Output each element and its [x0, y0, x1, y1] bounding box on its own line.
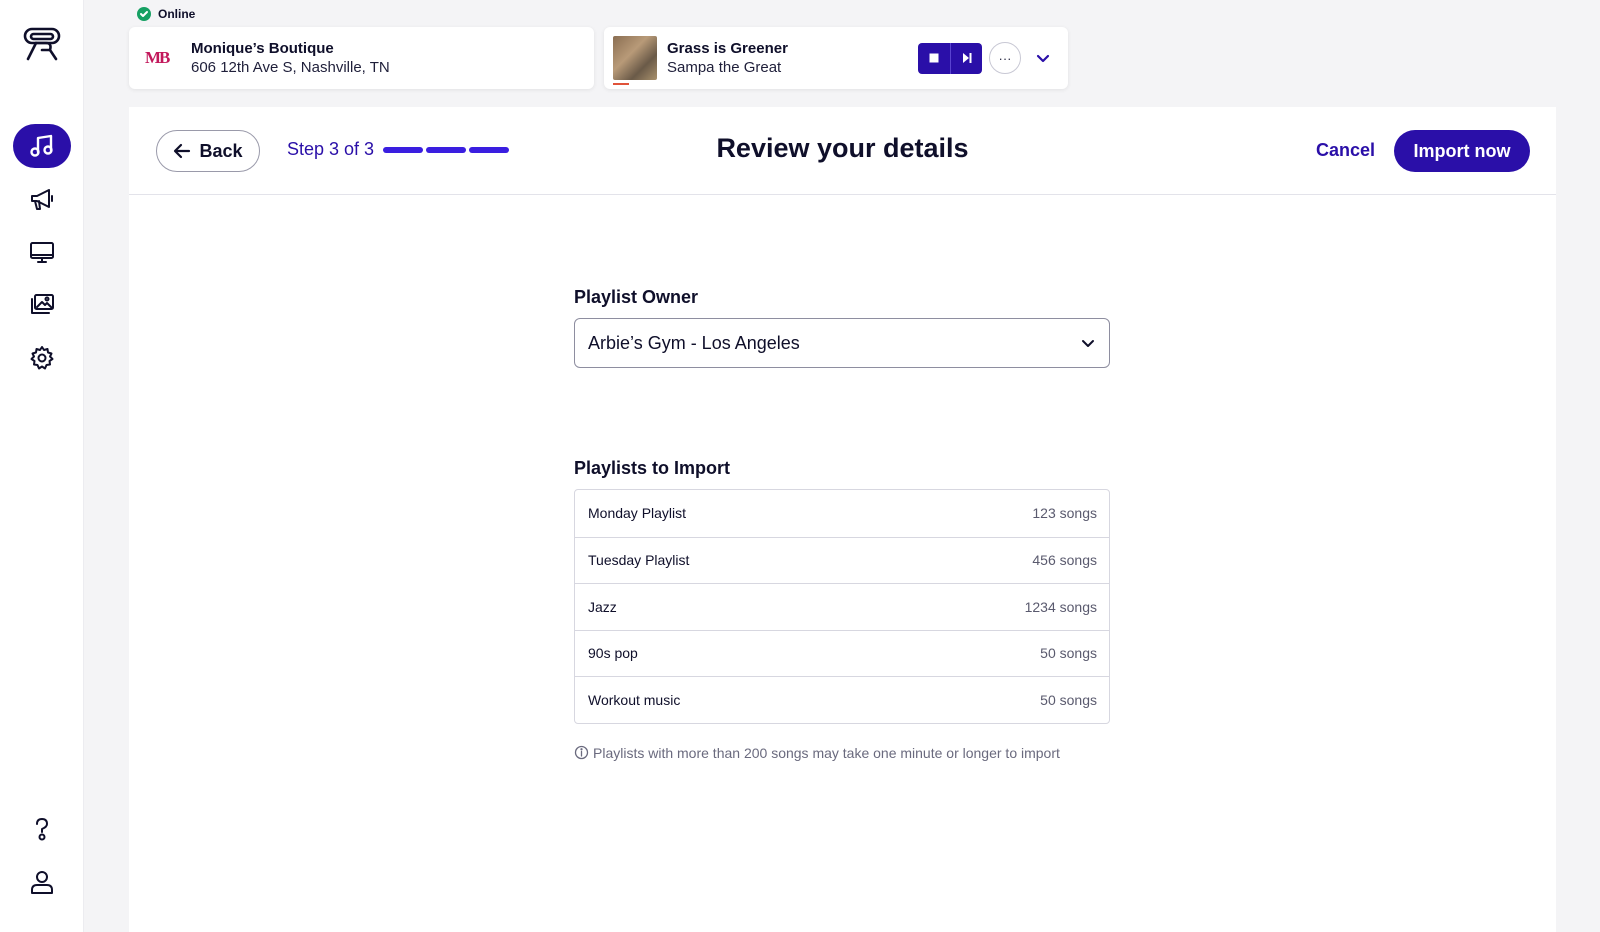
- playlist-owner-label: Playlist Owner: [574, 287, 699, 307]
- sidebar-item-help[interactable]: [13, 807, 71, 851]
- playlist-song-count: 456 songs: [1032, 552, 1097, 569]
- album-art: [613, 36, 657, 85]
- playlist-name: Workout music: [588, 691, 681, 708]
- sidebar-item-account[interactable]: [13, 860, 71, 904]
- playlist-owner-select[interactable]: Arbie’s Gym - Los Angeles: [574, 318, 1110, 368]
- list-item: Workout music 50 songs: [575, 676, 1109, 723]
- megaphone-icon: [31, 189, 53, 210]
- app-logo-icon[interactable]: [22, 26, 62, 62]
- sidebar-item-announcements[interactable]: [13, 177, 71, 221]
- location-address: 606 12th Ave S, Nashville, TN: [191, 59, 390, 76]
- import-panel: Back Step 3 of 3 Review your details Can…: [129, 107, 1556, 932]
- sidebar-item-media[interactable]: [13, 283, 71, 327]
- playlist-song-count: 50 songs: [1040, 645, 1097, 662]
- playlist-song-count: 1234 songs: [1024, 598, 1097, 615]
- image-gallery-icon: [31, 294, 54, 314]
- playlist-name: 90s pop: [588, 645, 638, 662]
- user-icon: [31, 871, 53, 894]
- location-logo: MB: [145, 48, 170, 67]
- skip-button[interactable]: [950, 42, 982, 74]
- review-form: Playlist Owner Arbie’s Gym - Los Angeles…: [574, 287, 1110, 761]
- chevron-down-icon: [1082, 340, 1094, 347]
- sidebar-item-music[interactable]: [13, 124, 71, 168]
- skip-next-icon: [962, 53, 971, 63]
- playlist-list: Monday Playlist 123 songs Tuesday Playli…: [574, 489, 1110, 724]
- info-icon: [574, 745, 589, 760]
- track-artist: Sampa the Great: [667, 59, 782, 76]
- playlists-to-import-label: Playlists to Import: [574, 458, 731, 478]
- chevron-down-icon: [1036, 54, 1050, 63]
- import-note: Playlists with more than 200 songs may t…: [574, 745, 1110, 761]
- playlist-owner-value: Arbie’s Gym - Los Angeles: [588, 332, 800, 353]
- playlist-song-count: 123 songs: [1032, 505, 1097, 522]
- connection-status: Online: [137, 7, 195, 21]
- now-playing-card: Grass is Greener Sampa the Great ···: [604, 27, 1068, 89]
- list-item: Tuesday Playlist 456 songs: [575, 536, 1109, 584]
- list-item: Jazz 1234 songs: [575, 583, 1109, 630]
- more-options-button[interactable]: ···: [989, 42, 1021, 74]
- sidebar: [0, 0, 84, 932]
- import-now-button[interactable]: Import now: [1394, 130, 1530, 172]
- sidebar-item-screens[interactable]: [13, 230, 71, 274]
- track-title: Grass is Greener: [667, 40, 788, 57]
- playlist-name: Tuesday Playlist: [588, 552, 690, 569]
- gear-icon: [30, 346, 54, 370]
- playlist-name: Jazz: [588, 598, 617, 615]
- panel-header: Back Step 3 of 3 Review your details Can…: [129, 107, 1556, 195]
- stop-button[interactable]: [918, 42, 950, 74]
- music-note-icon: [30, 134, 53, 157]
- list-item: 90s pop 50 songs: [575, 629, 1109, 677]
- expand-player-button[interactable]: [1028, 43, 1058, 73]
- playlist-song-count: 50 songs: [1040, 691, 1097, 708]
- location-card[interactable]: MB Monique’s Boutique 606 12th Ave S, Na…: [129, 27, 594, 89]
- playlist-name: Monday Playlist: [588, 505, 687, 522]
- status-label: Online: [158, 7, 196, 21]
- location-name: Monique’s Boutique: [191, 40, 334, 57]
- monitor-icon: [30, 242, 54, 263]
- stop-icon: [929, 53, 939, 63]
- help-question-icon: [36, 818, 48, 841]
- list-item: Monday Playlist 123 songs: [575, 490, 1109, 537]
- import-note-text: Playlists with more than 200 songs may t…: [593, 744, 1060, 761]
- sidebar-item-settings[interactable]: [13, 336, 71, 380]
- cancel-button[interactable]: Cancel: [1316, 140, 1375, 161]
- check-circle-icon: [137, 7, 151, 21]
